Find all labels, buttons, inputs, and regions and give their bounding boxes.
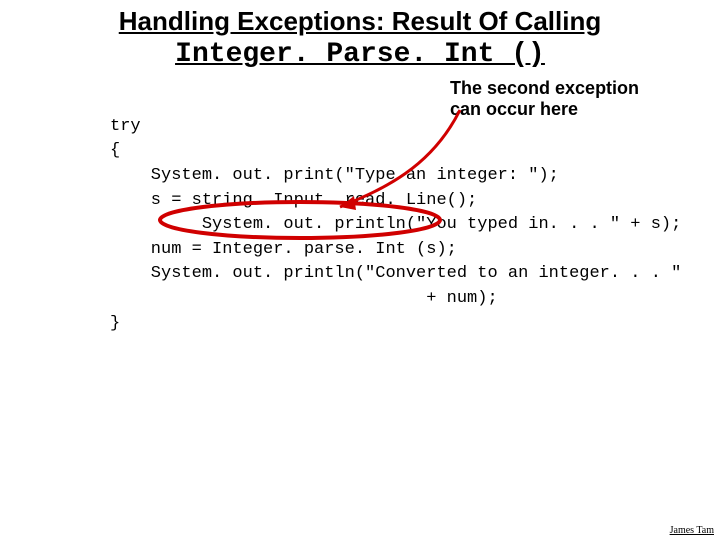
code-line: } (110, 314, 120, 333)
footer-author: James Tam (670, 525, 714, 536)
code-line: System. out. print("Type an integer: "); (110, 166, 559, 185)
code-line: + num); (110, 289, 498, 308)
code-line: num = Integer. parse. Int (s); (110, 240, 457, 259)
slide-title: Handling Exceptions: Result Of Calling I… (0, 0, 720, 72)
code-line: { (110, 141, 120, 160)
code-line: System. out. println("You typed in. . . … (110, 215, 681, 234)
code-line: try (110, 117, 141, 136)
title-line-1: Handling Exceptions: Result Of Calling (119, 6, 602, 36)
code-line: System. out. println("Converted to an in… (110, 264, 681, 283)
title-line-2: Integer. Parse. Int () (175, 39, 545, 70)
code-block: try { System. out. print("Type an intege… (110, 90, 681, 336)
code-line: s = string. Input. read. Line(); (110, 191, 477, 210)
